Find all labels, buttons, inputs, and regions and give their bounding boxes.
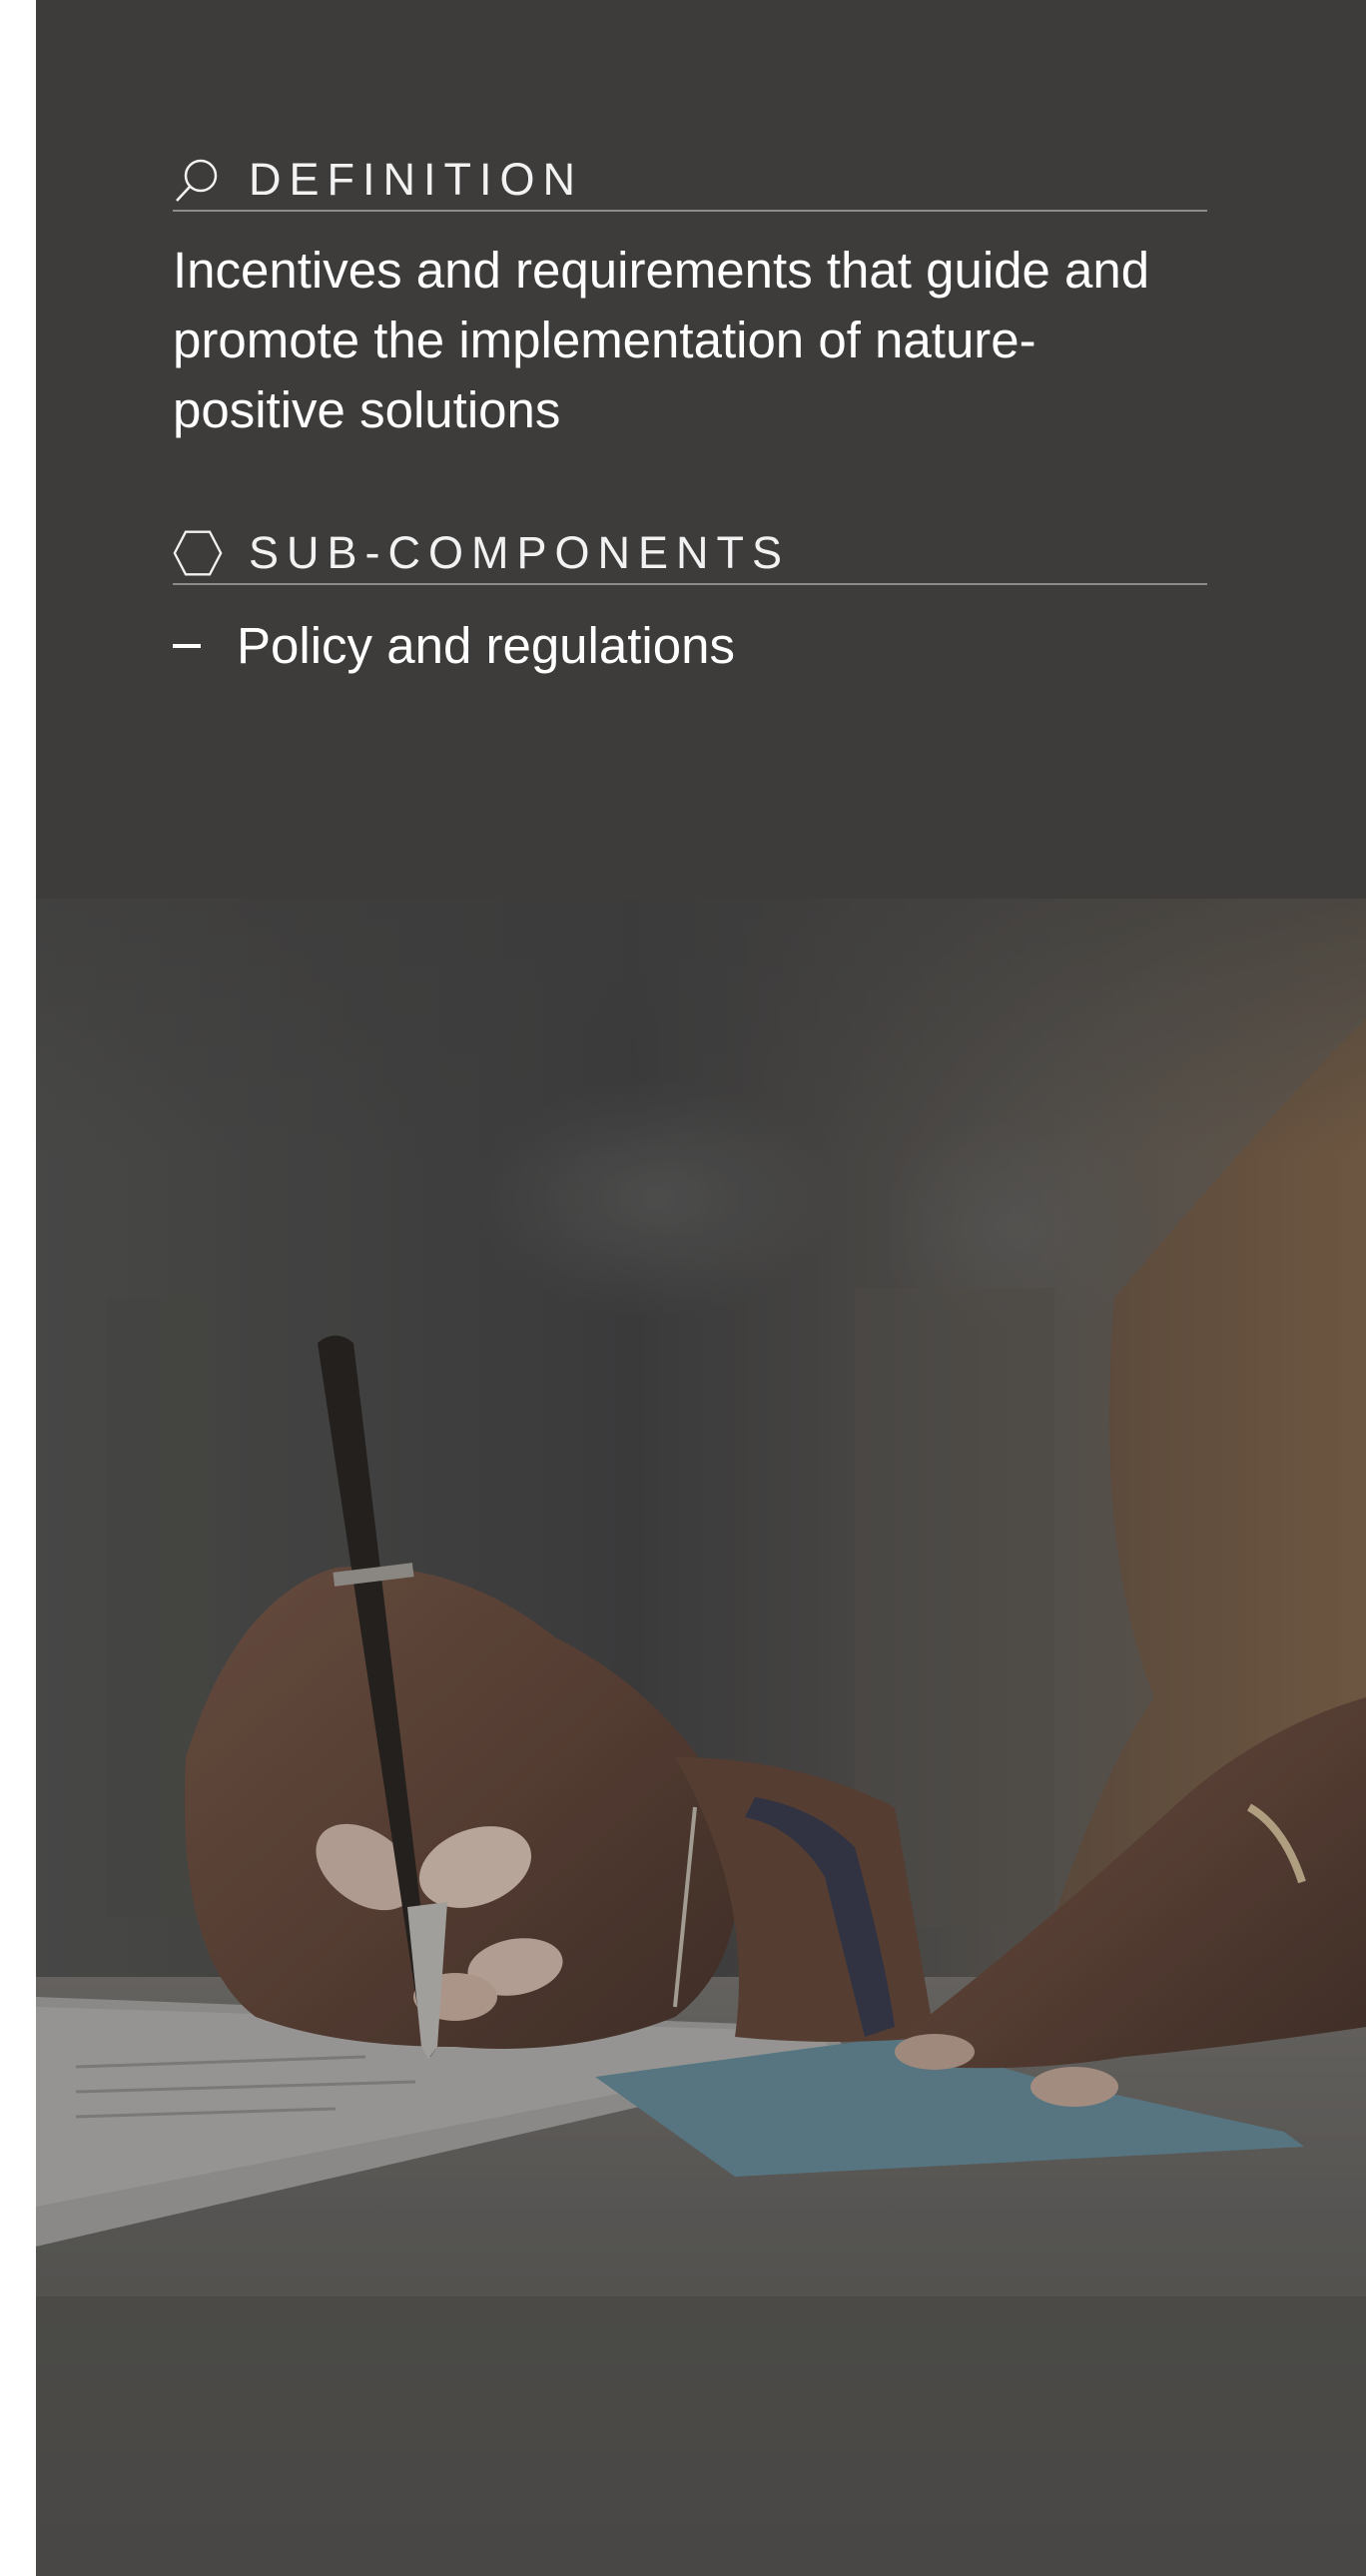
definition-heading-row: DEFINITION: [173, 150, 1207, 212]
hexagon-icon: [173, 530, 223, 576]
definition-heading: DEFINITION: [249, 154, 583, 205]
sub-components-heading-row: SUB-COMPONENTS: [173, 523, 1207, 585]
sub-components-heading: SUB-COMPONENTS: [249, 527, 791, 578]
page-margin: [0, 0, 36, 2576]
dash-bullet: [173, 644, 201, 648]
list-item-label: Policy and regulations: [237, 617, 735, 674]
info-panel: DEFINITION Incentives and requirements t…: [36, 0, 1366, 2576]
definition-text: Incentives and requirements that guide a…: [173, 242, 1150, 438]
panel-content: DEFINITION Incentives and requirements t…: [173, 0, 1207, 681]
magnifier-icon: [176, 159, 218, 202]
sub-components-list: Policy and regulations: [173, 611, 1207, 681]
list-item: Policy and regulations: [173, 611, 1207, 681]
